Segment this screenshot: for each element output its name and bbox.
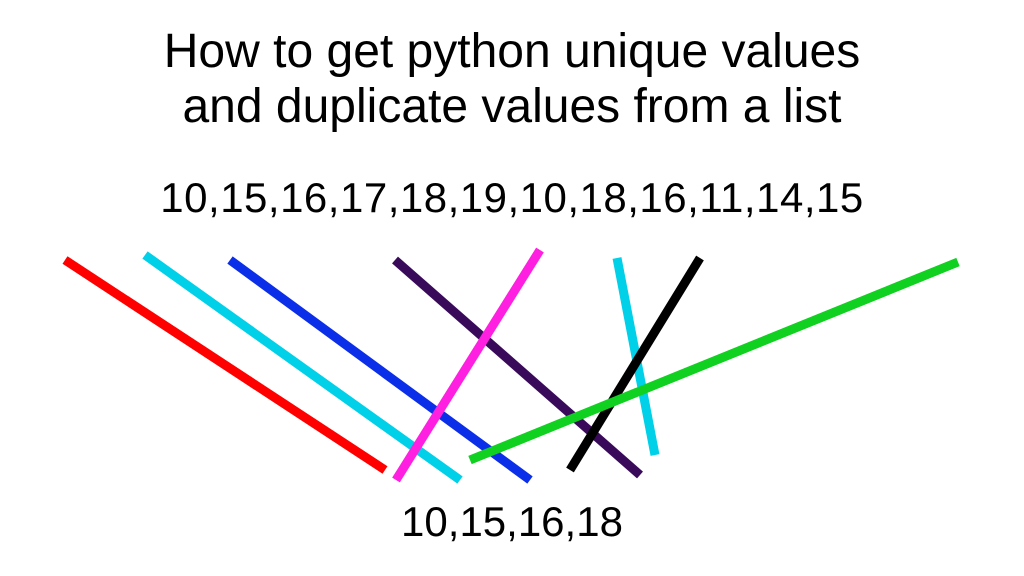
- input-item: 18: [400, 174, 448, 221]
- input-item: 17: [340, 174, 388, 221]
- diagram-title: How to get python unique values and dupl…: [0, 0, 1024, 134]
- input-item: 19: [460, 174, 508, 221]
- separator: ,: [208, 174, 220, 221]
- separator: ,: [567, 174, 579, 221]
- separator: ,: [448, 498, 460, 545]
- line-18-right: [617, 258, 655, 455]
- separator: ,: [328, 174, 340, 221]
- title-line-1: How to get python unique values: [164, 25, 860, 78]
- duplicate-item: 18: [576, 498, 623, 545]
- line-16-right: [570, 258, 700, 470]
- line-18-left: [395, 260, 640, 475]
- separator: ,: [507, 174, 519, 221]
- separator: ,: [268, 174, 280, 221]
- separator: ,: [627, 174, 639, 221]
- separator: ,: [448, 174, 460, 221]
- line-10-right: [396, 250, 540, 480]
- input-item: 14: [756, 174, 804, 221]
- separator: ,: [744, 174, 756, 221]
- duplicate-item: 15: [459, 498, 506, 545]
- line-15-left: [145, 255, 460, 480]
- input-item: 11: [699, 174, 744, 221]
- input-item: 15: [816, 174, 864, 221]
- input-item: 10: [160, 174, 208, 221]
- input-item: 10: [520, 174, 568, 221]
- separator: ,: [687, 174, 699, 221]
- input-list-row: 10,15,16,17,18,19,10,18,16,11,14,15: [0, 174, 1024, 222]
- separator: ,: [388, 174, 400, 221]
- input-item: 18: [580, 174, 628, 221]
- duplicates-row: 10,15,16,18: [0, 498, 1024, 546]
- duplicate-item: 10: [401, 498, 448, 545]
- line-10-left: [65, 260, 385, 470]
- input-item: 15: [220, 174, 268, 221]
- duplicate-item: 16: [518, 498, 565, 545]
- line-16-left: [230, 260, 530, 480]
- separator: ,: [804, 174, 816, 221]
- separator: ,: [565, 498, 577, 545]
- separator: ,: [506, 498, 518, 545]
- line-15-right: [470, 262, 958, 460]
- title-line-2: and duplicate values from a list: [182, 80, 841, 133]
- input-item: 16: [280, 174, 328, 221]
- input-item: 16: [639, 174, 687, 221]
